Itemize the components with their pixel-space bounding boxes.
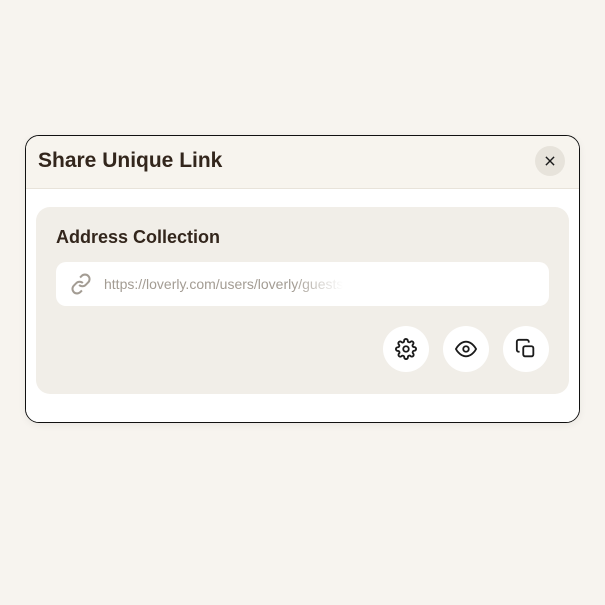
share-link-modal: Share Unique Link Address Collection htt… bbox=[25, 135, 580, 423]
gear-icon bbox=[395, 338, 417, 360]
modal-header: Share Unique Link bbox=[26, 136, 579, 189]
link-field[interactable]: https://loverly.com/users/loverly/guests bbox=[56, 262, 549, 306]
close-button[interactable] bbox=[535, 146, 565, 176]
preview-button[interactable] bbox=[443, 326, 489, 372]
copy-button[interactable] bbox=[503, 326, 549, 372]
copy-icon bbox=[515, 338, 537, 360]
link-icon bbox=[70, 273, 92, 295]
close-icon bbox=[543, 154, 557, 168]
modal-title: Share Unique Link bbox=[38, 149, 222, 173]
eye-icon bbox=[455, 338, 477, 360]
modal-body: Address Collection https://loverly.com/u… bbox=[26, 189, 579, 422]
settings-button[interactable] bbox=[383, 326, 429, 372]
link-url: https://loverly.com/users/loverly/guests bbox=[104, 276, 343, 292]
address-collection-card: Address Collection https://loverly.com/u… bbox=[36, 207, 569, 394]
card-title: Address Collection bbox=[56, 227, 549, 248]
card-actions bbox=[56, 326, 549, 372]
